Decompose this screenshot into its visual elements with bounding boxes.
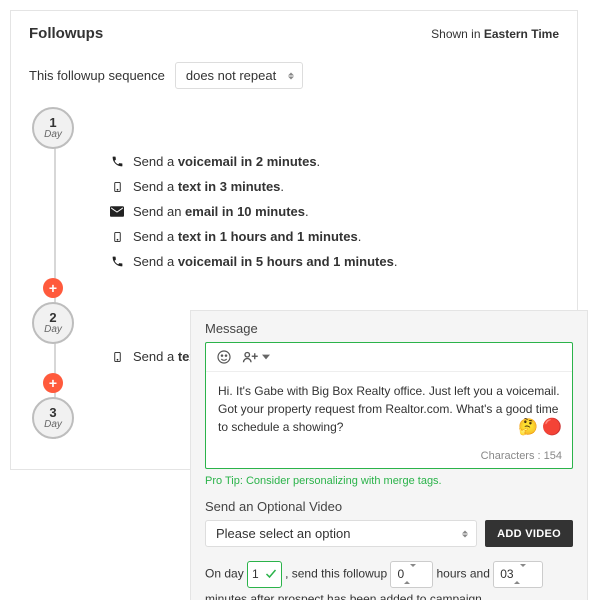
message-toolbar	[206, 343, 572, 372]
merge-tag-button[interactable]	[242, 350, 270, 364]
step-row[interactable]: Send a voicemail in 5 hours and 1 minute…	[29, 249, 559, 274]
chevron-updown-icon	[462, 530, 468, 537]
video-section: Send an Optional Video Please select an …	[205, 499, 573, 547]
message-box: Hi. It's Gabe with Big Box Realty office…	[205, 342, 573, 469]
step-text: Send a text	[119, 349, 201, 364]
char-count: Characters : 154	[206, 446, 572, 468]
schedule-minutes-select[interactable]: 03	[493, 561, 542, 588]
repeat-select[interactable]: does not repeat	[175, 62, 303, 89]
message-editor-panel: Message Hi. It's Gabe with Big Box Realt…	[190, 310, 588, 600]
chevron-updown-icon	[288, 72, 294, 79]
email-icon	[109, 206, 125, 217]
mobile-icon	[109, 180, 125, 194]
video-heading: Send an Optional Video	[205, 499, 573, 514]
card-header: Followups Shown in Eastern Time	[11, 11, 577, 54]
phone-icon	[109, 255, 125, 268]
check-icon	[265, 569, 277, 579]
chevron-updown-icon	[404, 563, 416, 586]
message-textarea[interactable]: Hi. It's Gabe with Big Box Realty office…	[206, 372, 572, 446]
day-node-2[interactable]: 2 Day	[32, 302, 74, 344]
step-row[interactable]: Send a text in 3 minutes.	[29, 174, 559, 199]
step-text: Send an email in 10 minutes.	[119, 204, 309, 219]
plus-icon: +	[49, 375, 57, 391]
red-circle-emoji-icon: 🔴	[542, 416, 562, 440]
page-title: Followups	[29, 25, 103, 42]
step-row[interactable]: Send a text in 1 hours and 1 minutes.	[29, 224, 559, 249]
add-video-button[interactable]: ADD VIDEO	[485, 520, 573, 547]
schedule-row: On day 1 , send this followup 0 hours an…	[205, 561, 573, 600]
day-num: 2	[49, 311, 56, 324]
schedule-hours-select[interactable]: 0	[390, 561, 433, 588]
thinking-emoji-icon: 🤔	[518, 416, 538, 440]
schedule-day-input[interactable]: 1	[247, 561, 282, 588]
day-label: Day	[44, 129, 62, 140]
step-row[interactable]: Send a voicemail in 2 minutes.	[29, 149, 559, 174]
message-text: Hi. It's Gabe with Big Box Realty office…	[218, 384, 560, 434]
day-node-3[interactable]: 3 Day	[32, 397, 74, 439]
day-label: Day	[44, 324, 62, 335]
step-text: Send a voicemail in 2 minutes.	[119, 154, 320, 169]
plus-icon: +	[49, 280, 57, 296]
reaction-icons: 🤔 🔴	[518, 416, 562, 440]
emoji-button[interactable]	[216, 349, 232, 365]
day-block-1: 1 Day Send a voicemail in 2 minutes. Sen…	[29, 107, 559, 274]
chevron-updown-icon	[514, 563, 526, 586]
message-heading: Message	[205, 321, 573, 336]
day-num: 3	[49, 406, 56, 419]
step-row[interactable]: Send an email in 10 minutes.	[29, 199, 559, 224]
add-step-button[interactable]: +	[43, 373, 63, 393]
video-select[interactable]: Please select an option	[205, 520, 477, 547]
step-text: Send a text in 3 minutes.	[119, 179, 284, 194]
repeat-select-value: does not repeat	[186, 68, 276, 83]
mobile-icon	[109, 230, 125, 244]
timezone-label: Shown in Eastern Time	[431, 27, 559, 41]
pro-tip: Pro Tip: Consider personalizing with mer…	[205, 475, 573, 487]
tz-value: Eastern Time	[484, 27, 559, 41]
repeat-row: This followup sequence does not repeat	[11, 54, 577, 101]
step-text: Send a voicemail in 5 hours and 1 minute…	[119, 254, 397, 269]
phone-icon	[109, 155, 125, 168]
repeat-label: This followup sequence	[29, 68, 165, 83]
step-text: Send a text in 1 hours and 1 minutes.	[119, 229, 361, 244]
day-node-1[interactable]: 1 Day	[32, 107, 74, 149]
mobile-icon	[109, 350, 125, 364]
day-num: 1	[49, 116, 56, 129]
video-select-value: Please select an option	[216, 526, 350, 541]
add-step-button[interactable]: +	[43, 278, 63, 298]
tz-prefix: Shown in	[431, 27, 484, 41]
day-label: Day	[44, 419, 62, 430]
